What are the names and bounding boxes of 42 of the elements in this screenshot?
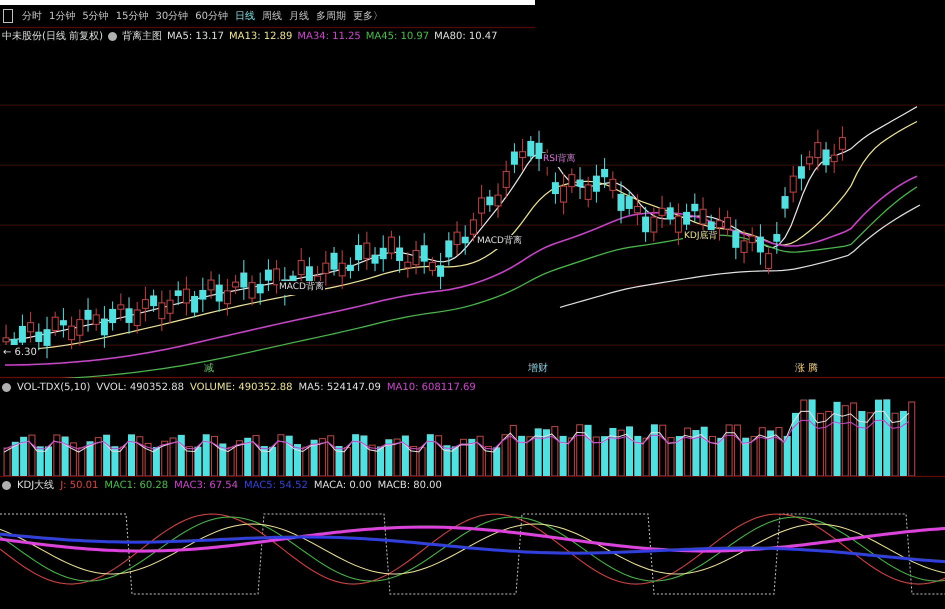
indicator-value: J: 50.01: [60, 479, 98, 493]
indicator-value: MAC3: 67.54: [174, 479, 238, 493]
indicator-value: MA34: 11.25: [297, 30, 361, 44]
indicator-value: MA10: 608117.69: [386, 380, 476, 394]
low-price-label: ← 6.30: [2, 345, 38, 360]
indicator-value: MAC5: 54.52: [244, 479, 308, 493]
indicator-name: 背离主图: [122, 30, 162, 44]
divergence-label: MACD背离: [278, 281, 325, 294]
divergence-label: RSI背离: [542, 153, 577, 166]
period-tab[interactable]: 分时: [22, 8, 42, 24]
indicator-value: MA5: 524147.09: [298, 380, 381, 394]
indicator-value: VOLUME: 490352.88: [190, 380, 292, 394]
signal-marker: 涨 腾: [795, 362, 818, 376]
period-tab[interactable]: 5分钟: [82, 8, 109, 24]
period-tab[interactable]: 多周期: [316, 8, 346, 24]
divergence-label: KDJ底背: [683, 230, 718, 244]
indicator-icon: [108, 32, 117, 41]
chart-title: 中未股份(日线 前复权): [2, 30, 103, 44]
indicator-value: MAC1: 60.28: [104, 479, 168, 493]
panel-icon[interactable]: [3, 9, 13, 23]
period-tab[interactable]: 周线: [262, 8, 282, 24]
period-tab[interactable]: 更多〉: [352, 8, 383, 24]
indicator-value: MA45: 10.97: [366, 30, 430, 44]
indicator-name: KDJ大线: [17, 478, 54, 493]
indicator-value: VVOL: 490352.88: [96, 380, 184, 394]
indicator-value: MA13: 12.89: [229, 30, 292, 44]
indicator-value: MA80: 10.47: [434, 30, 498, 44]
indicator-icon: [2, 382, 11, 392]
period-tab[interactable]: 30分钟: [155, 8, 188, 24]
period-tab[interactable]: 60分钟: [195, 8, 228, 24]
indicator-value: MA5: 13.17: [166, 30, 224, 44]
period-tab[interactable]: 日线: [234, 8, 255, 24]
signal-marker: 增财: [528, 362, 548, 376]
period-tab[interactable]: 15分钟: [116, 8, 148, 24]
indicator-icon: [2, 481, 11, 490]
divergence-label: MACD背离: [476, 235, 523, 248]
indicator-value: MACA: 0.00: [314, 479, 372, 493]
indicator-name: VOL-TDX(5,10): [17, 380, 90, 394]
indicator-value: MACB: 80.00: [378, 479, 442, 493]
period-tab[interactable]: 1分钟: [49, 8, 76, 24]
period-tab[interactable]: 月线: [288, 8, 309, 24]
signal-marker: 减: [204, 362, 214, 376]
